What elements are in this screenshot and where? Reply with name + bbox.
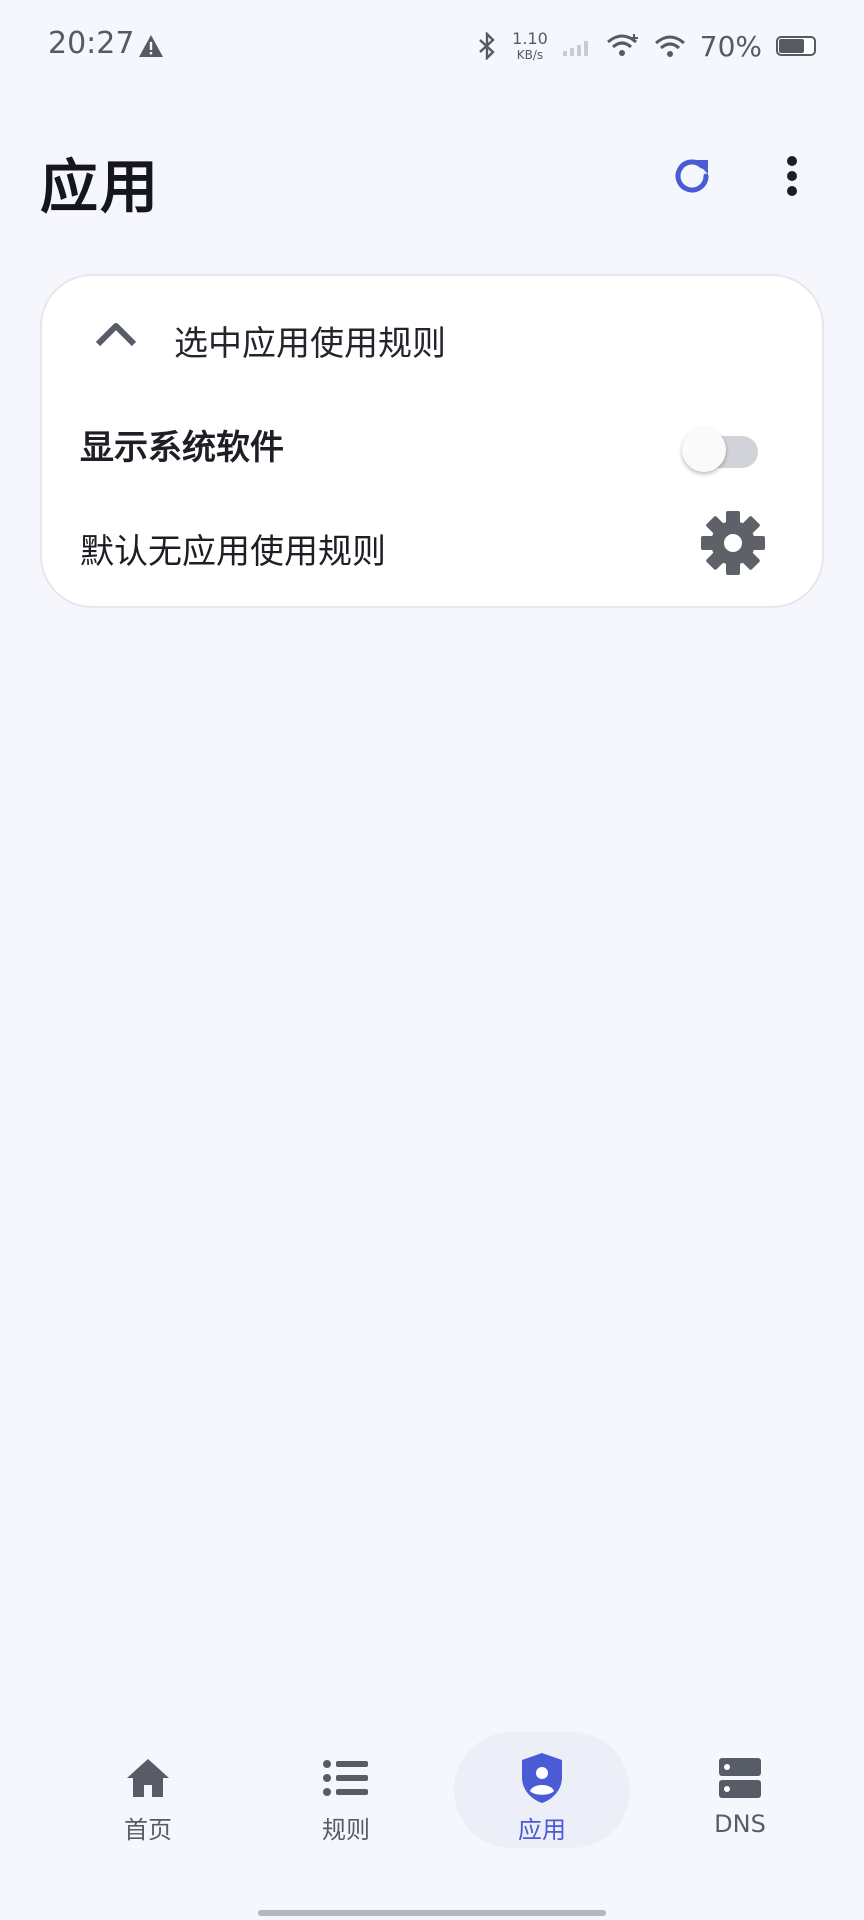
nav-label-home: 首页: [124, 1816, 172, 1844]
battery-percent: 70%: [699, 29, 762, 63]
net-speed-value: 1.10: [512, 29, 548, 48]
refresh-button[interactable]: [664, 148, 720, 204]
page-title: 应用: [40, 153, 161, 221]
warning-icon: [139, 35, 163, 57]
refresh-icon: [675, 159, 709, 193]
card-header[interactable]: 选中应用使用规则: [42, 276, 822, 400]
wifi-icon: [654, 35, 685, 57]
show-system-apps-label: 显示系统软件: [80, 428, 284, 468]
home-icon: [127, 1759, 169, 1797]
app-rule-card: 选中应用使用规则 显示系统软件 默认无应用使用规则: [40, 274, 824, 608]
list-icon: [323, 1760, 368, 1796]
nav-item-dns[interactable]: DNS: [652, 1712, 828, 1852]
gear-icon: [701, 511, 765, 575]
nav-item-rules[interactable]: 规则: [258, 1712, 434, 1852]
more-vert-icon: [787, 156, 797, 196]
show-system-apps-toggle[interactable]: [682, 424, 762, 472]
home-indicator[interactable]: [258, 1910, 606, 1916]
toggle-knob: [682, 428, 726, 472]
card-title: 选中应用使用规则: [174, 324, 446, 364]
net-speed: 1.10 KB/s: [512, 29, 548, 62]
nav-label-apps: 应用: [518, 1816, 566, 1844]
chevron-up-icon[interactable]: [94, 318, 138, 348]
default-rule-label: 默认无应用使用规则: [80, 532, 386, 572]
bluetooth-icon: [479, 32, 495, 60]
status-time: 20:27: [48, 26, 135, 61]
net-speed-unit: KB/s: [516, 48, 544, 62]
nav-label-rules: 规则: [322, 1816, 370, 1844]
more-options-button[interactable]: [764, 148, 820, 204]
wifi-calling-icon: [606, 34, 638, 56]
shield-user-icon: [522, 1753, 562, 1803]
nav-item-apps[interactable]: 应用: [454, 1712, 630, 1852]
signal-icon: [562, 41, 588, 56]
server-icon: [719, 1758, 761, 1798]
nav-item-home[interactable]: 首页: [60, 1712, 236, 1852]
nav-label-dns: DNS: [714, 1810, 766, 1838]
battery-icon: [776, 36, 816, 56]
bottom-navigation: 首页 规则 应用 DNS: [0, 1712, 864, 1852]
default-rule-settings-button[interactable]: [698, 508, 768, 578]
status-bar: 20:27 1.10 KB/s 70%: [0, 0, 864, 96]
